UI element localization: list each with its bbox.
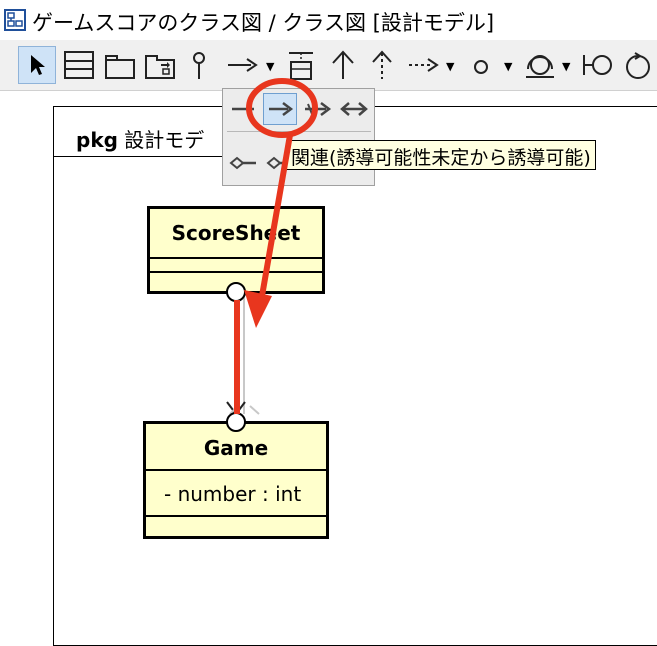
realization-arrow-icon	[372, 50, 392, 79]
control-icon	[626, 52, 650, 79]
class-diagram-icon	[4, 9, 26, 31]
plain-line-icon	[232, 107, 254, 111]
class-icon	[64, 51, 94, 79]
required-interface-tool-button[interactable]	[520, 46, 560, 84]
window-title: ゲームスコアのクラス図 / クラス図 [設計モデル]	[32, 11, 495, 35]
lollipop-dropdown-arrow[interactable]: ▼	[504, 60, 512, 73]
navigable-arrow-icon	[269, 102, 294, 116]
package-icon	[105, 55, 135, 79]
attribute-compartment: - number : int	[146, 471, 326, 517]
package-tool-button[interactable]	[101, 46, 139, 84]
package-name: 設計モデ	[124, 128, 205, 152]
association-arrow-icon	[228, 58, 258, 72]
control-tool-button[interactable]	[620, 46, 656, 84]
association-type-popup	[222, 88, 375, 186]
association-class-tool-button[interactable]	[283, 46, 319, 84]
association-tool-button[interactable]	[222, 46, 262, 84]
lollipop-circle-icon	[474, 60, 488, 74]
dependency-arrow-icon	[409, 58, 439, 72]
generalization-tool-button[interactable]	[325, 46, 361, 84]
class-scoresheet[interactable]: ScoreSheet	[147, 206, 325, 294]
boundary-icon	[583, 55, 612, 75]
association-class-icon	[289, 52, 313, 80]
subsystem-icon	[145, 55, 175, 79]
double-arrow-icon	[340, 102, 368, 116]
boundary-tool-button[interactable]	[578, 46, 616, 84]
operation-compartment	[150, 273, 322, 291]
popup-nonnavigable-association[interactable]	[300, 93, 334, 125]
package-frame-label: pkg 設計モデ	[54, 107, 246, 157]
attribute-number: - number : int	[164, 482, 302, 506]
popup-navigable-association[interactable]	[263, 93, 297, 125]
popup-aggregation[interactable]	[226, 147, 260, 179]
class-game[interactable]: Game - number : int	[143, 421, 329, 539]
title-bar: ゲームスコアのクラス図 / クラス図 [設計モデル]	[0, 0, 657, 41]
popup-bidirectional-association[interactable]	[337, 93, 371, 125]
package-keyword: pkg	[76, 128, 118, 152]
operation-compartment	[146, 517, 326, 536]
tooltip: 関連(誘導可能性未定から誘導可能)	[286, 140, 596, 170]
cross-arrow-icon	[305, 102, 332, 116]
dependency-dropdown-arrow[interactable]: ▼	[446, 60, 454, 73]
required-interface-icon	[526, 55, 554, 78]
interface-icon	[193, 52, 205, 79]
class-name: ScoreSheet	[150, 209, 322, 259]
popup-plain-association[interactable]	[226, 93, 260, 125]
class-name: Game	[146, 424, 326, 471]
diagram-toolbar: ▼ ▼ ▼ ▼	[0, 40, 657, 91]
subsystem-tool-button[interactable]	[141, 46, 179, 84]
class-tool-button[interactable]	[60, 46, 98, 84]
interface-tool-button[interactable]	[184, 46, 214, 84]
association-dropdown-arrow[interactable]: ▼	[266, 60, 274, 73]
dependency-tool-button[interactable]	[404, 46, 442, 84]
aggregation-diamond-icon	[229, 156, 256, 170]
select-tool-button[interactable]	[18, 46, 56, 84]
package-frame[interactable]: pkg 設計モデ	[53, 106, 657, 646]
attribute-compartment	[150, 259, 322, 273]
lollipop-tool-button[interactable]	[466, 46, 496, 84]
popup-divider	[227, 131, 371, 132]
realization-tool-button[interactable]	[364, 46, 400, 84]
generalization-arrow-icon	[332, 50, 354, 79]
required-interface-dropdown-arrow[interactable]: ▼	[562, 60, 570, 73]
pointer-arrow-icon	[31, 55, 45, 75]
